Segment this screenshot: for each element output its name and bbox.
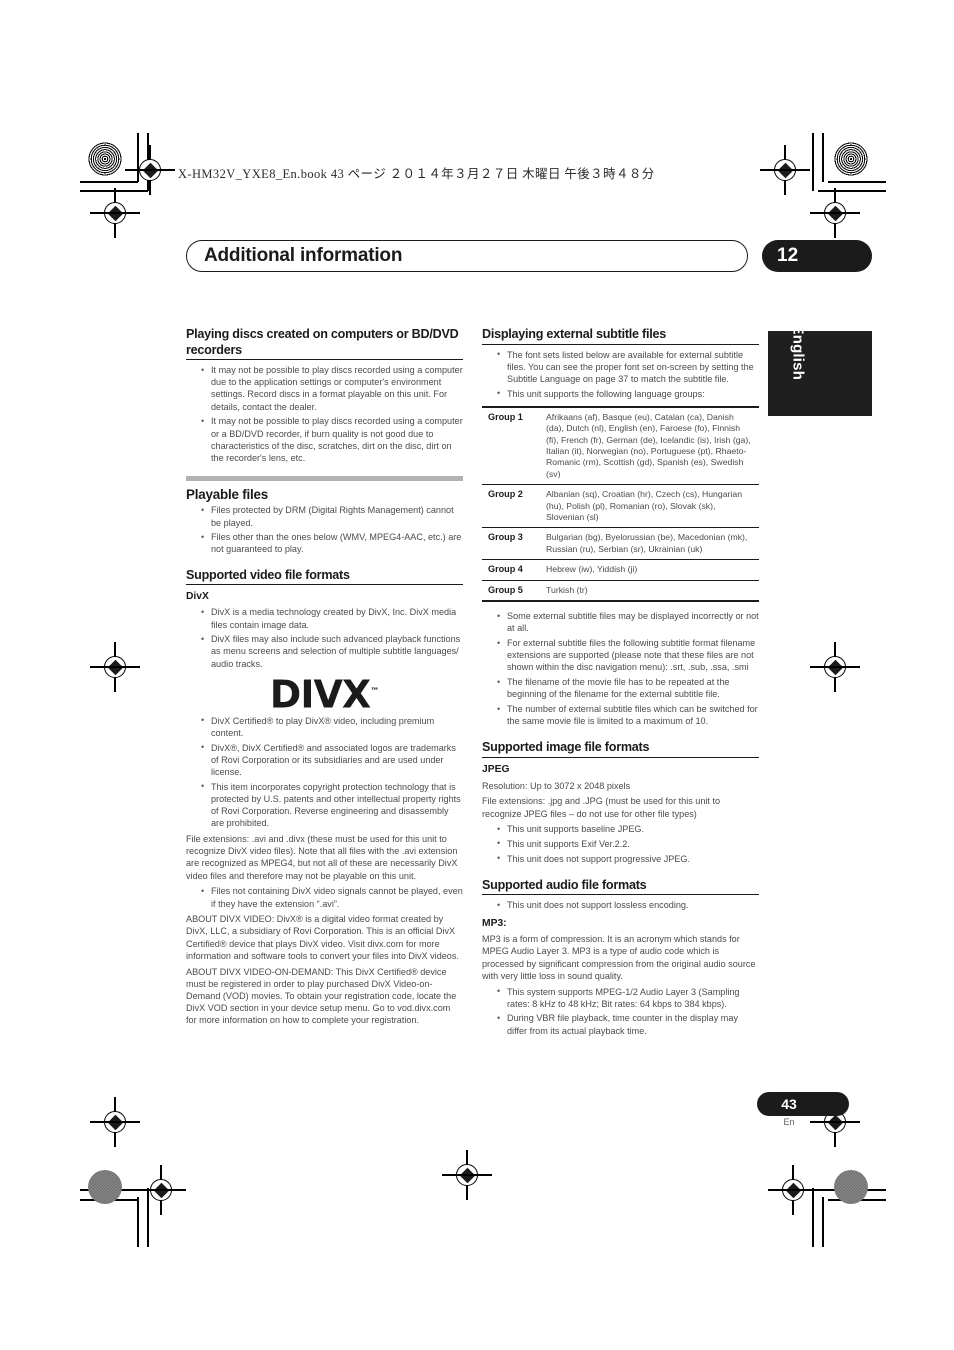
list-item: This unit does not support progressive J… (497, 852, 759, 865)
list-item: This unit supports Exif Ver.2.2. (497, 837, 759, 850)
list-playable-files: Files protected by DRM (Digital Rights M… (186, 504, 463, 555)
group-languages: Albanian (sq), Croatian (hr), Czech (cs)… (546, 489, 743, 523)
heading-playable-files: Playable files (186, 487, 269, 503)
list-item: DivX files may also include such advance… (201, 633, 463, 670)
crop-line (80, 181, 138, 183)
list-item: DivX Certified® to play DivX® video, inc… (201, 714, 463, 739)
crop-line (137, 1197, 139, 1247)
group-label: Group 5 (488, 584, 523, 595)
trademark-icon: ™ (370, 686, 380, 697)
list-item: Some external subtitle files may be disp… (497, 610, 759, 634)
crop-line (822, 1197, 824, 1247)
list-divx-intro: DivX is a media technology created by Di… (186, 606, 463, 670)
list-item: DivX is a media technology created by Di… (201, 606, 463, 630)
paragraph-jpeg-extensions: File extensions: .jpg and .JPG (must be … (482, 796, 721, 819)
group-languages: Turkish (tr) (546, 584, 588, 595)
group-label: Group 1 (488, 411, 523, 422)
list-audio-notes: This unit does not support lossless enco… (482, 899, 759, 911)
subheading-jpeg: JPEG (482, 763, 510, 775)
crop-line (812, 1188, 814, 1247)
registration-mark-top-right (760, 145, 810, 195)
registration-mark-left-lower (90, 1097, 140, 1147)
list-subtitle-notes: Some external subtitle files may be disp… (482, 610, 759, 727)
group-label: Group 4 (488, 564, 523, 575)
crop-line (812, 133, 814, 191)
registration-mark-bottom-center (442, 1150, 492, 1200)
list-item: DivX®, DivX Certified® and associated lo… (201, 741, 463, 779)
list-playing-discs: It may not be possible to play discs rec… (186, 364, 463, 464)
paragraph-about-divx-vod: ABOUT DIVX VIDEO-ON-DEMAND: This DivX Ce… (186, 966, 457, 1026)
paragraph-jpeg-resolution: Resolution: Up to 3072 x 2048 pixels (482, 780, 631, 791)
divx-logo: DIVX™ (186, 676, 463, 714)
registration-mark-bottom-left (136, 1165, 186, 1215)
heading-supported-image-formats: Supported image file formats (482, 740, 759, 758)
table-row: Group 2 Albanian (sq), Croatian (hr), Cz… (482, 485, 759, 528)
list-item: Files not containing DivX video signals … (201, 885, 463, 909)
list-subtitle-intro: The font sets listed below are available… (482, 348, 759, 400)
density-patch-bottom-right (834, 1170, 868, 1204)
list-item: During VBR file playback, time counter i… (497, 1012, 759, 1036)
right-column: Displaying external subtitle files The f… (482, 327, 759, 1040)
heading-external-subtitles: Displaying external subtitle files (482, 327, 759, 345)
page-title: Additional information (204, 245, 403, 266)
registration-mark-left-mid (90, 642, 140, 692)
chapter-number-badge: 12 (762, 240, 872, 272)
group-languages: Hebrew (iw), Yiddish (ji) (546, 564, 638, 575)
density-patch-bottom-left (88, 1170, 122, 1204)
page-language-code: En (783, 1117, 795, 1127)
left-column: Playing discs created on computers or BD… (186, 327, 463, 1030)
paragraph-mp3-description: MP3 is a form of compression. It is an a… (482, 934, 756, 981)
page-number-badge: 43 (757, 1092, 849, 1116)
registration-mark-right-upper (810, 188, 860, 238)
list-item: The font sets listed below are available… (497, 348, 759, 386)
density-patch-top-right (834, 142, 868, 176)
list-item: It may not be possible to play discs rec… (201, 415, 463, 464)
subheading-mp3: MP3: (482, 917, 507, 929)
registration-mark-bottom-right (768, 1165, 818, 1215)
crop-line (828, 181, 886, 183)
list-item: Files other than the ones below (WMV, MP… (201, 531, 463, 555)
registration-mark-top-left (125, 145, 175, 195)
list-item: Files protected by DRM (Digital Rights M… (201, 504, 463, 528)
list-mp3-notes: This system supports MPEG-1/2 Audio Laye… (482, 985, 759, 1037)
list-jpeg-notes: This unit supports baseline JPEG. This u… (482, 823, 759, 865)
list-item: It may not be possible to play discs rec… (201, 364, 463, 413)
paragraph-about-divx-video: ABOUT DIVX VIDEO: DivX® is a digital vid… (186, 914, 459, 961)
heading-playing-discs: Playing discs created on computers or BD… (186, 327, 463, 360)
paragraph-file-extensions: File extensions: .avi and .divx (these m… (186, 834, 458, 881)
list-divx-legal: DivX Certified® to play DivX® video, inc… (186, 714, 463, 830)
language-tab-label: English (789, 324, 807, 381)
list-item: This item incorporates copyright protect… (201, 780, 463, 830)
density-patch-top-left (88, 142, 122, 176)
book-file-header: X-HM32V_YXE8_En.book 43 ページ ２０１４年３月２７日 木… (178, 167, 655, 181)
list-item: This unit supports the following languag… (497, 387, 759, 400)
crop-line (822, 133, 824, 182)
list-item: The filename of the movie file has to be… (497, 676, 759, 700)
divx-logo-text: DIVX (269, 672, 371, 717)
crop-line (818, 190, 886, 192)
list-item: This system supports MPEG-1/2 Audio Laye… (497, 985, 759, 1010)
table-row: Group 5 Turkish (tr) (482, 580, 759, 602)
subheading-divx: DivX (186, 591, 209, 603)
group-languages: Afrikaans (af), Basque (eu), Catalan (ca… (546, 411, 751, 479)
group-languages: Bulgarian (bg), Byelorussian (be), Maced… (546, 532, 748, 554)
chapter-title-bar: Additional information (186, 240, 748, 272)
heading-supported-audio-formats: Supported audio file formats (482, 878, 759, 896)
heading-supported-video-formats: Supported video file formats (186, 568, 463, 586)
table-row: Group 4 Hebrew (iw), Yiddish (ji) (482, 560, 759, 581)
list-item: For external subtitle files the followin… (497, 637, 759, 674)
list-item: The number of external subtitle files wh… (497, 703, 759, 727)
group-label: Group 3 (488, 532, 523, 543)
table-row: Group 3 Bulgarian (bg), Byelorussian (be… (482, 528, 759, 560)
section-divider-rule (186, 476, 463, 482)
group-label: Group 2 (488, 489, 523, 500)
table-row: Group 1 Afrikaans (af), Basque (eu), Cat… (482, 406, 759, 485)
list-item: This unit supports baseline JPEG. (497, 823, 759, 835)
list-item: This unit does not support lossless enco… (497, 899, 759, 911)
language-groups-table: Group 1 Afrikaans (af), Basque (eu), Cat… (482, 406, 759, 602)
registration-mark-left-upper (90, 188, 140, 238)
language-tab: English (768, 325, 872, 416)
registration-mark-right-mid (810, 642, 860, 692)
list-divx-signals: Files not containing DivX video signals … (186, 885, 463, 909)
